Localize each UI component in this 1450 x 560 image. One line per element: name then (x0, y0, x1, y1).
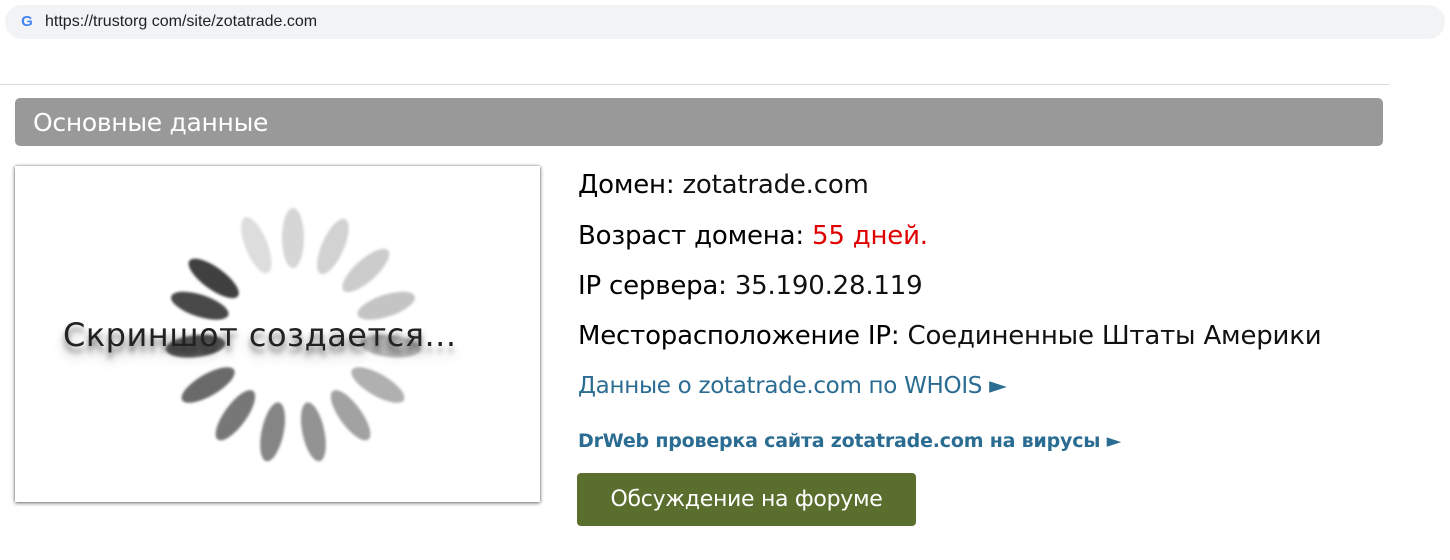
section-header: Основные данные (15, 98, 1383, 146)
url-text[interactable]: https://trustorg com/site/zotatrade.com (45, 13, 317, 31)
domain-row: Домен: zotatrade.com (578, 170, 869, 200)
ip-location-value: Соединенные Штаты Америки (907, 321, 1322, 351)
screenshot-caption: Скриншот создается... (63, 316, 457, 354)
domain-label: Домен: (578, 170, 675, 200)
ip-location-label: Месторасположение IP: (578, 321, 900, 351)
site-screenshot-placeholder: Скриншот создается... (15, 166, 540, 502)
domain-age-row: Возраст домена: 55 дней. (578, 221, 928, 251)
section-title: Основные данные (33, 107, 269, 137)
drweb-virus-check-link[interactable]: DrWeb проверка сайта zotatrade.com на ви… (578, 430, 1121, 452)
google-g-icon: G (21, 13, 33, 30)
server-ip-label: IP сервера: (578, 271, 727, 301)
domain-age-label: Возраст домена: (578, 221, 804, 251)
page-divider (0, 84, 1390, 85)
ip-location-row: Месторасположение IP: Соединенные Штаты … (578, 321, 1322, 351)
server-ip-value: 35.190.28.119 (734, 271, 923, 301)
whois-link[interactable]: Данные о zotatrade.com по WHOIS ► (578, 373, 1007, 399)
domain-value: zotatrade.com (682, 170, 869, 200)
server-ip-row: IP сервера: 35.190.28.119 (578, 271, 923, 301)
domain-age-value: 55 дней. (811, 221, 928, 251)
address-bar[interactable]: G https://trustorg com/site/zotatrade.co… (5, 5, 1445, 39)
forum-discussion-button[interactable]: Обсуждение на форуме (577, 473, 916, 526)
